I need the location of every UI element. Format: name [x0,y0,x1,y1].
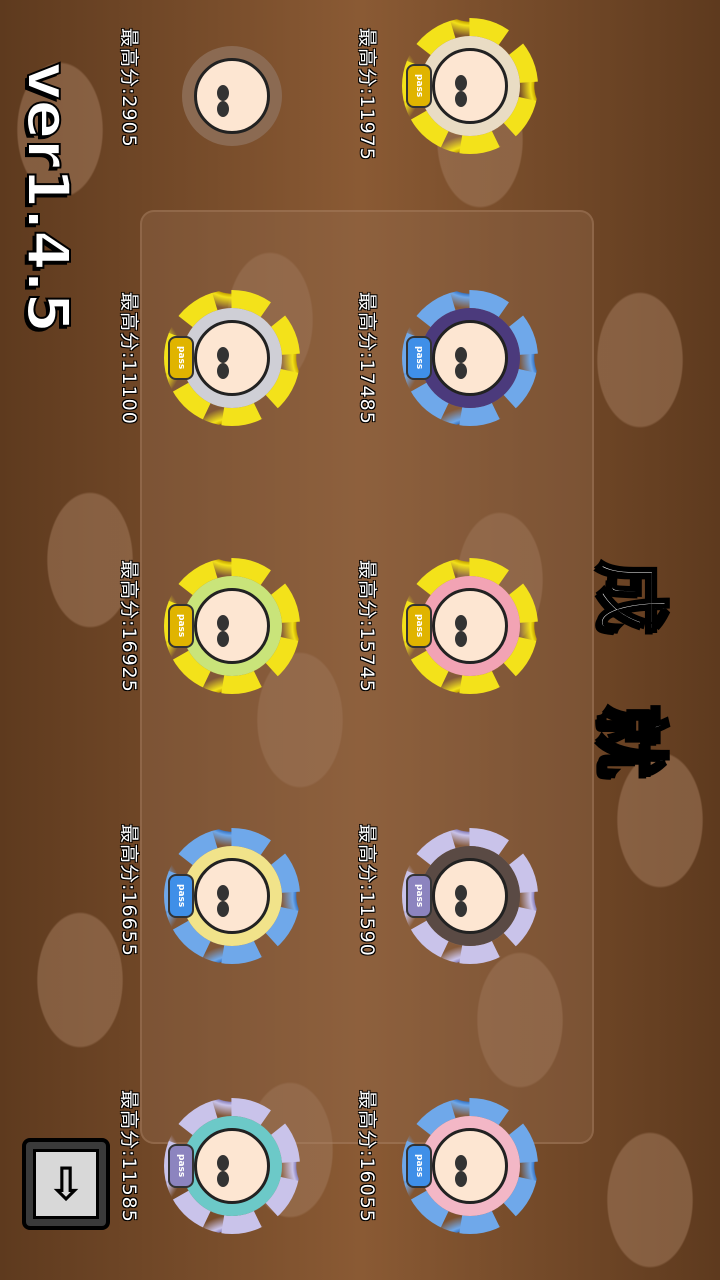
character-face-icon [194,588,270,664]
character-face-icon [194,320,270,396]
pass-ribbon: pass [168,1144,194,1188]
score-label: 最高分:11100 [118,292,140,425]
pass-ribbon: pass [406,604,432,648]
character-face-icon [194,858,270,934]
achievement-badge[interactable]: pass [164,828,300,964]
pass-ribbon: pass [168,604,194,648]
achievement-badge[interactable]: pass [402,290,538,426]
character-face-icon [432,48,508,124]
character-face-icon [432,1128,508,1204]
achievement-badge[interactable]: pass [164,1098,300,1234]
character-face-icon [194,58,270,134]
score-label: 最高分:16925 [118,560,140,693]
version-label: ver1.4.5 [13,61,83,334]
pass-ribbon: pass [168,336,194,380]
down-arrow-icon: ⇩ [33,1149,99,1219]
achievement-badge[interactable]: pass [402,18,538,154]
achievement-badge[interactable]: pass [164,558,300,694]
score-label: 最高分:17485 [356,292,378,425]
character-face-icon [432,320,508,396]
scroll-down-button[interactable]: ⇩ [22,1138,110,1230]
achievement-badge[interactable]: pass [164,290,300,426]
page-title: 成 就 [586,559,675,802]
achievement-badge[interactable]: pass [402,1098,538,1234]
pass-ribbon: pass [406,874,432,918]
score-label: 最高分:16055 [356,1090,378,1223]
score-label: 最高分:2905 [118,28,140,148]
character-face-icon [194,1128,270,1204]
achievement-badge[interactable]: pass [402,558,538,694]
pass-ribbon: pass [406,64,432,108]
character-face-icon [432,588,508,664]
pass-ribbon: pass [406,1144,432,1188]
pass-ribbon: pass [168,874,194,918]
score-label: 最高分:16655 [118,824,140,957]
score-label: 最高分:11585 [118,1090,140,1223]
score-label: 最高分:11975 [356,28,378,161]
pass-ribbon: pass [406,336,432,380]
achievement-badge[interactable] [164,28,300,164]
character-face-icon [432,858,508,934]
score-label: 最高分:11590 [356,824,378,957]
achievement-badge[interactable]: pass [402,828,538,964]
score-label: 最高分:15745 [356,560,378,693]
